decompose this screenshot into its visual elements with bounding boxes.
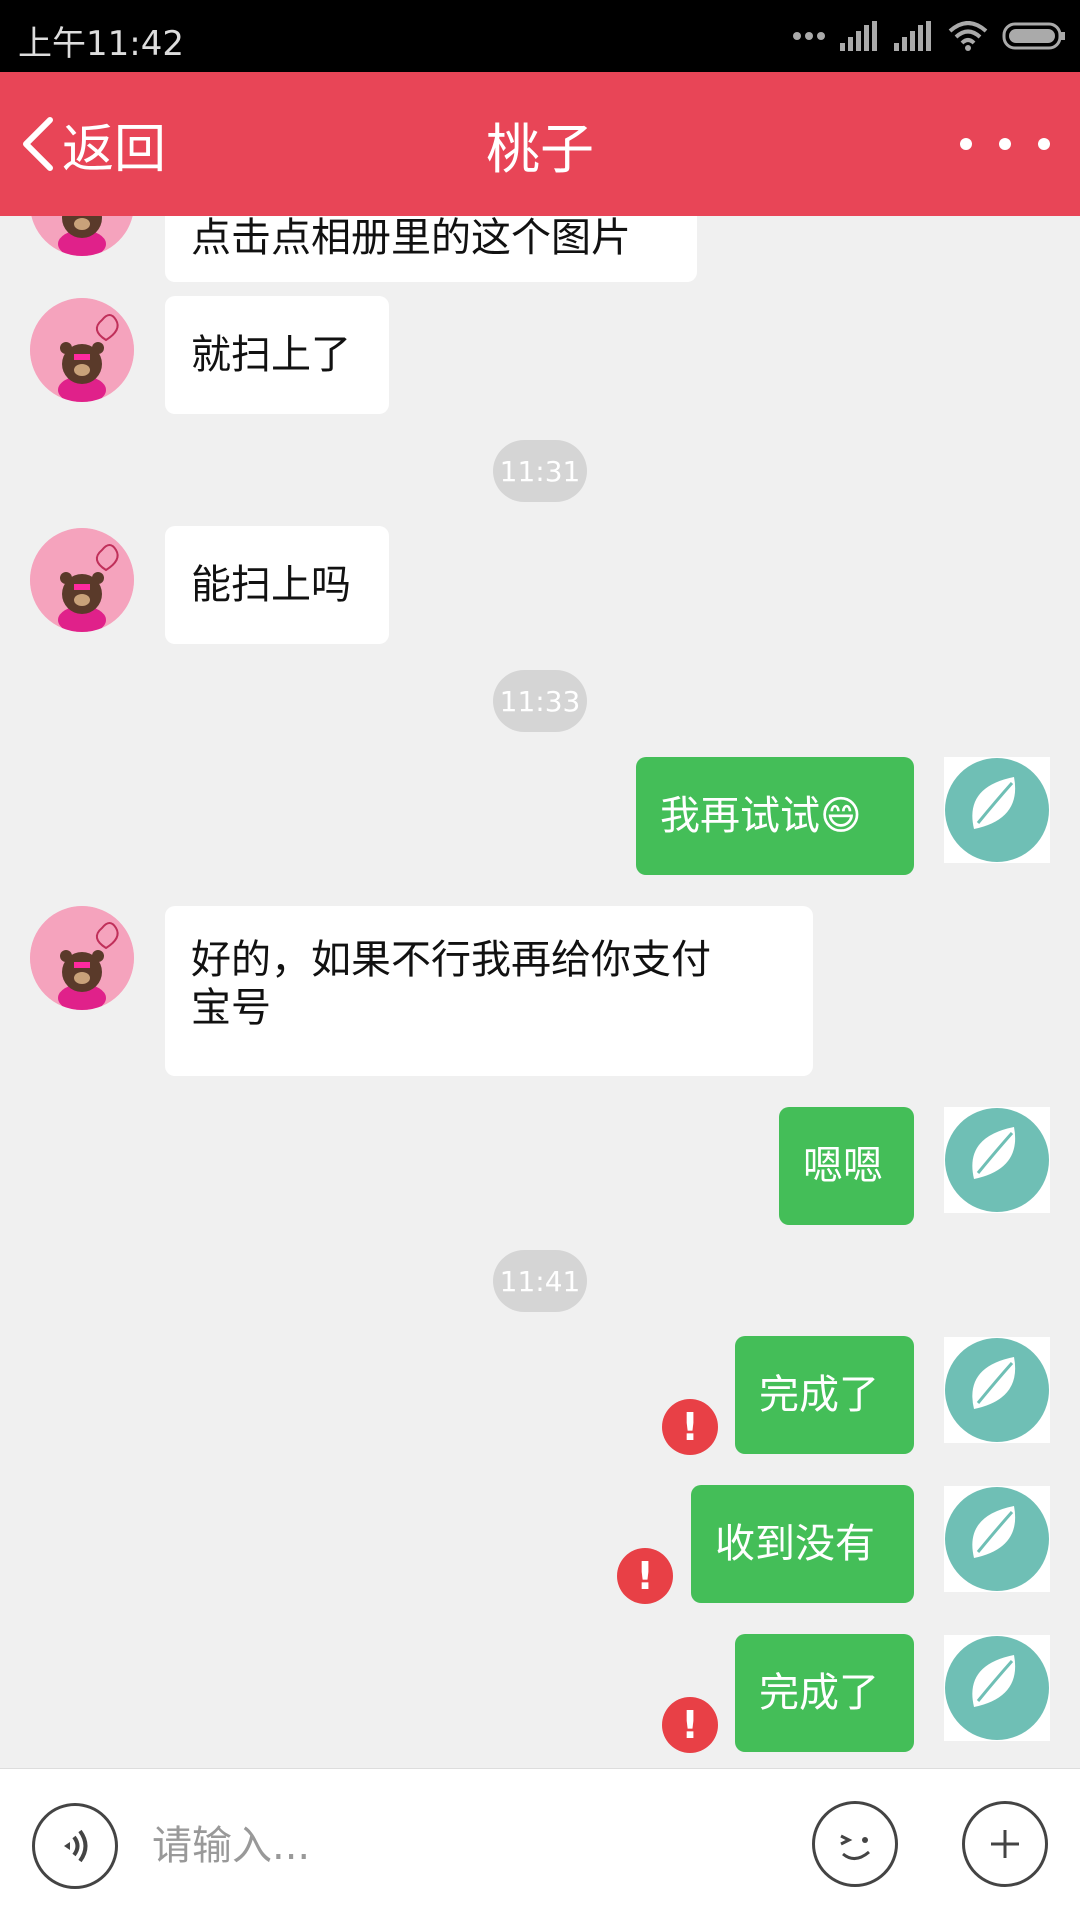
more-button[interactable]	[960, 124, 1050, 164]
plus-icon	[991, 1830, 1019, 1858]
my-avatar[interactable]	[944, 1635, 1050, 1741]
wifi-icon	[948, 21, 988, 51]
page-title: 桃子	[486, 117, 594, 181]
bear-avatar-icon	[30, 906, 134, 1010]
message-bubble-incoming[interactable]: 能扫上吗	[165, 526, 389, 644]
chat-area[interactable]: 点击点相册里的这个图片 就扫上了 11:31 能扫上吗 11:33 我再试试😄 …	[0, 216, 1080, 1768]
voice-icon	[64, 1829, 88, 1863]
message-text: 完成了	[759, 1670, 879, 1716]
more-dots-icon	[960, 138, 972, 150]
contact-avatar[interactable]	[30, 528, 134, 632]
message-bubble-outgoing[interactable]: 收到没有	[691, 1485, 914, 1603]
send-failed-icon[interactable]: !	[617, 1548, 673, 1604]
message-text: 能扫上吗	[191, 562, 351, 608]
message-bubble-outgoing[interactable]: 完成了	[735, 1336, 914, 1454]
more-notifications-icon	[793, 32, 825, 40]
my-avatar[interactable]	[944, 757, 1050, 863]
contact-avatar[interactable]	[30, 906, 134, 1010]
bear-avatar-icon	[31, 216, 133, 256]
status-time: 上午11:42	[18, 24, 184, 64]
chat-header: 返回 桃子	[0, 72, 1080, 216]
message-bubble-incoming[interactable]: 好的，如果不行我再给你支付 宝号	[165, 906, 813, 1076]
my-avatar[interactable]	[944, 1337, 1050, 1443]
message-bubble-outgoing[interactable]: 完成了	[735, 1634, 914, 1752]
message-text: 收到没有	[715, 1521, 875, 1567]
signal-icon-2	[894, 21, 931, 51]
message-text: 完成了	[759, 1372, 879, 1418]
leaf-avatar-icon	[945, 1338, 1049, 1442]
status-bar: 上午11:42	[0, 0, 1080, 72]
message-text: 嗯嗯	[803, 1143, 883, 1189]
signal-icon	[840, 21, 877, 51]
leaf-avatar-icon	[945, 1636, 1049, 1740]
message-text-line2: 宝号	[191, 985, 271, 1031]
message-bubble-outgoing[interactable]: 我再试试😄	[636, 757, 914, 875]
contact-avatar[interactable]	[30, 298, 134, 402]
battery-icon	[1002, 22, 1065, 50]
bear-avatar-icon	[30, 528, 134, 632]
input-bar	[0, 1768, 1080, 1921]
timestamp: 11:41	[493, 1250, 587, 1312]
leaf-avatar-icon	[945, 1108, 1049, 1212]
my-avatar[interactable]	[944, 1486, 1050, 1592]
my-avatar[interactable]	[944, 1107, 1050, 1213]
message-text: 我再试试😄	[660, 793, 862, 839]
send-failed-icon[interactable]: !	[662, 1399, 718, 1455]
message-text: 就扫上了	[191, 332, 351, 378]
message-text-line1: 好的，如果不行我再给你支付	[191, 937, 711, 983]
message-bubble-incoming[interactable]: 点击点相册里的这个图片	[165, 216, 697, 282]
leaf-avatar-icon	[945, 758, 1049, 862]
timestamp: 11:31	[493, 440, 587, 502]
emoji-wink-icon	[840, 1834, 870, 1860]
message-bubble-incoming[interactable]: 就扫上了	[165, 296, 389, 414]
voice-button[interactable]	[32, 1803, 118, 1889]
message-text: 点击点相册里的这个图片	[191, 216, 631, 261]
status-icons	[792, 18, 1066, 54]
bear-avatar-icon	[30, 298, 134, 402]
send-failed-icon[interactable]: !	[662, 1697, 718, 1753]
emoji-button[interactable]	[812, 1801, 898, 1887]
leaf-avatar-icon	[945, 1487, 1049, 1591]
message-input[interactable]	[150, 1805, 774, 1887]
contact-avatar[interactable]	[30, 216, 134, 256]
add-button[interactable]	[962, 1801, 1048, 1887]
message-bubble-outgoing[interactable]: 嗯嗯	[779, 1107, 914, 1225]
timestamp: 11:33	[493, 670, 587, 732]
